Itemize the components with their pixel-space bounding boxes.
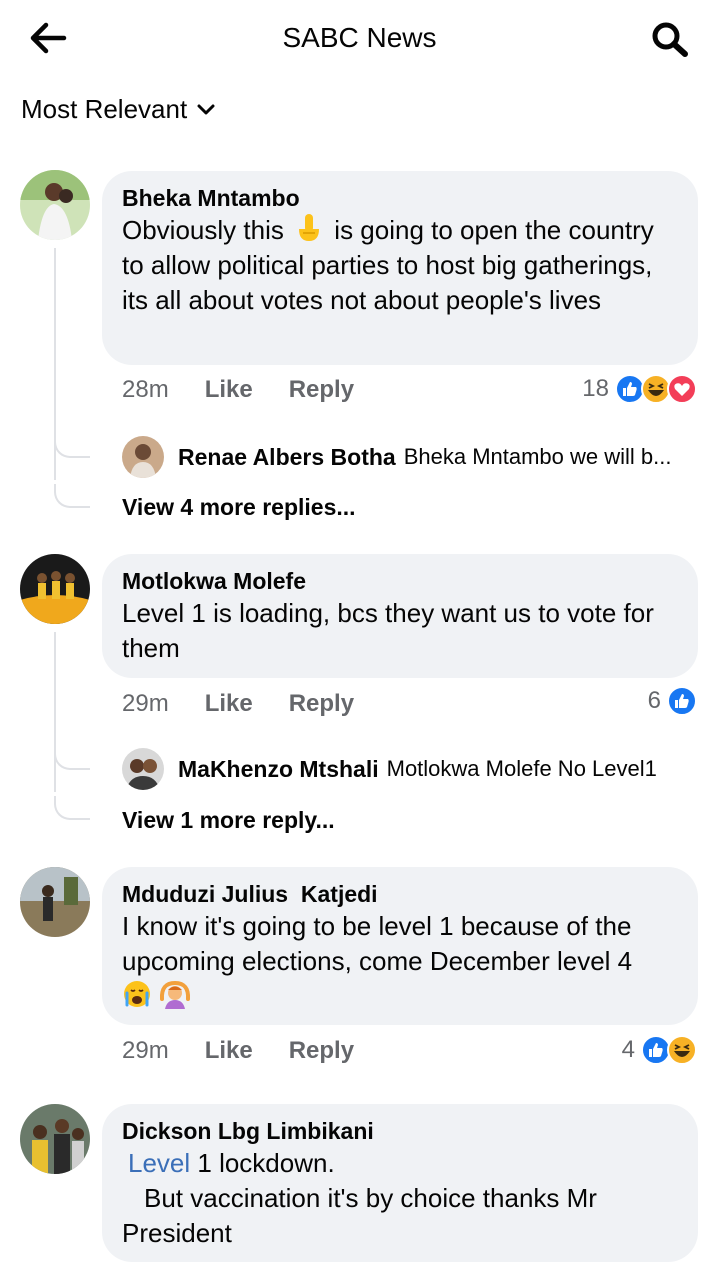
- like-button[interactable]: Like: [205, 1037, 253, 1065]
- search-icon: [652, 22, 688, 57]
- view-more-replies-link[interactable]: View 1 more reply...: [122, 807, 335, 834]
- reaction-summary[interactable]: 4: [622, 1035, 697, 1065]
- comment-author[interactable]: Motlokwa Molefe: [122, 566, 678, 596]
- avatar[interactable]: [20, 867, 90, 937]
- reply-text: Bheka Mntambo we will b...: [403, 444, 672, 469]
- haha-reaction-icon: [667, 1035, 697, 1065]
- reply-preview[interactable]: MaKhenzo Mtshali Motlokwa Molefe No Leve…: [122, 748, 657, 790]
- sort-label: Most Relevant: [21, 94, 188, 124]
- comment-author[interactable]: Dickson Lbg Limbikani: [122, 1116, 678, 1146]
- comment-time: 29m: [122, 1037, 169, 1064]
- comment-text: I know it's going to be level 1 because …: [122, 909, 678, 1014]
- comment-bubble[interactable]: Motlokwa Molefe Level 1 is loading, bcs …: [102, 554, 698, 678]
- avatar[interactable]: [122, 436, 164, 478]
- comment-bubble[interactable]: Dickson Lbg Limbikani Level 1 lockdown. …: [102, 1104, 698, 1262]
- reaction-count: 18: [582, 375, 609, 402]
- avatar[interactable]: [20, 170, 90, 240]
- comment-bubble[interactable]: Bheka Mntambo Obviously this is going to…: [102, 171, 698, 365]
- search-button[interactable]: [648, 18, 692, 58]
- finger-emoji: [299, 214, 320, 241]
- comment-text: Obviously this is going to open the coun…: [122, 214, 654, 315]
- comment-link[interactable]: Level: [128, 1148, 190, 1178]
- comment-actions: 29m Like Reply: [122, 690, 390, 718]
- reaction-summary[interactable]: 18: [582, 374, 697, 404]
- reply-author: MaKhenzo Mtshali: [178, 755, 379, 782]
- reply-author: Renae Albers Botha: [178, 443, 396, 470]
- comment-bubble[interactable]: Mduduzi Julius Katjedi I know it's going…: [102, 867, 698, 1025]
- love-reaction-icon: [667, 374, 697, 404]
- comment-actions: 29m Like Reply: [122, 1037, 390, 1065]
- page-title: SABC News: [282, 22, 437, 53]
- comment-time: 29m: [122, 690, 169, 717]
- comment-author[interactable]: Mduduzi Julius Katjedi: [122, 879, 678, 909]
- view-more-replies-link[interactable]: View 4 more replies...: [122, 494, 356, 521]
- reply-button[interactable]: Reply: [289, 1037, 354, 1065]
- comment-text: Level 1 lockdown. But vaccination it's b…: [122, 1148, 605, 1248]
- reaction-count: 4: [621, 1036, 635, 1063]
- comment-time: 28m: [122, 376, 169, 403]
- crying-emoji: [124, 981, 150, 1007]
- reply-button[interactable]: Reply: [289, 376, 354, 404]
- sort-dropdown[interactable]: Most Relevant: [21, 94, 215, 125]
- reply-button[interactable]: Reply: [289, 690, 354, 718]
- reaction-count: 6: [647, 687, 661, 714]
- top-bar: SABC News: [0, 0, 719, 76]
- reaction-summary[interactable]: 6: [648, 686, 697, 716]
- reply-text: Motlokwa Molefe No Level1: [386, 756, 657, 781]
- reply-preview[interactable]: Renae Albers Botha Bheka Mntambo we will…: [122, 436, 671, 478]
- like-button[interactable]: Like: [205, 376, 253, 404]
- avatar[interactable]: [122, 748, 164, 790]
- comment-text: Level 1 is loading, bcs they want us to …: [122, 598, 654, 663]
- like-reaction-icon: [667, 686, 697, 716]
- woman-gesturing-ok-emoji: [160, 980, 191, 1009]
- chevron-down-icon: [197, 104, 215, 114]
- comment-author[interactable]: Bheka Mntambo: [122, 183, 678, 213]
- avatar[interactable]: [20, 1104, 90, 1174]
- avatar[interactable]: [20, 554, 90, 624]
- like-button[interactable]: Like: [205, 690, 253, 718]
- comment-actions: 28m Like Reply: [122, 376, 390, 404]
